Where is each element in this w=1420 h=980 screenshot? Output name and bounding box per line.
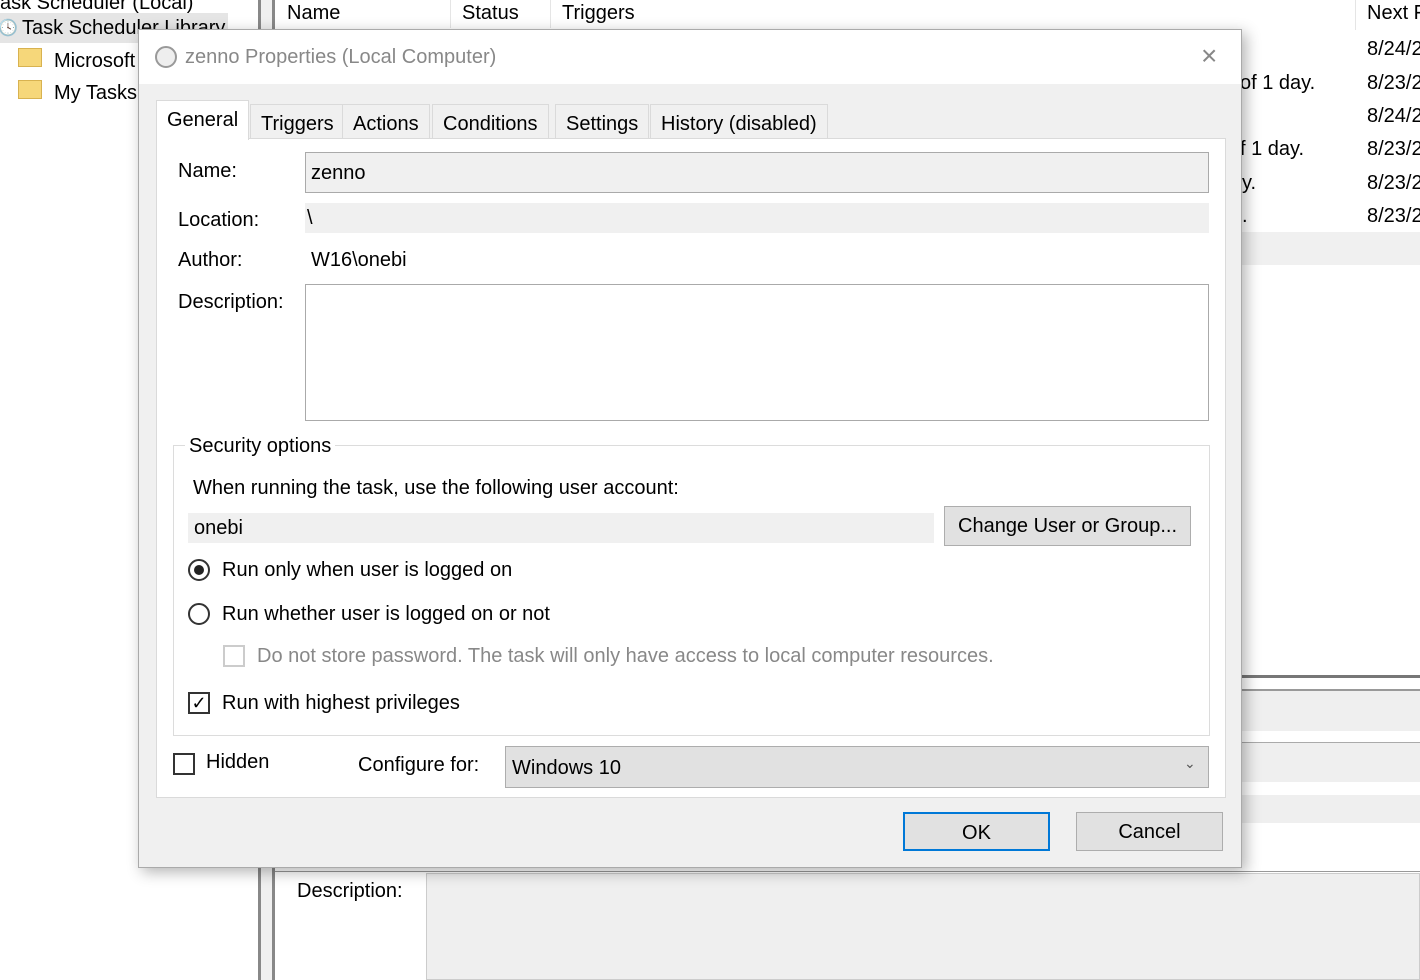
column-divider — [450, 0, 451, 28]
check-icon[interactable]: ✓ — [188, 692, 210, 714]
author-label: Author: — [178, 249, 243, 271]
checkbox-label: Hidden — [206, 751, 270, 773]
description-label: Description: — [297, 880, 403, 902]
column-divider — [550, 0, 551, 28]
configure-for-label: Configure for: — [358, 754, 480, 776]
tree-item-my-tasks[interactable]: My Tasks — [18, 80, 137, 105]
checkbox-label: Do not store password. The task will onl… — [257, 645, 994, 667]
general-panel: Name: zenno Location: \ Author: W16\oneb… — [156, 138, 1226, 798]
title-bar[interactable]: zenno Properties (Local Computer) × — [139, 30, 1241, 84]
author-value: W16\onebi — [311, 249, 407, 271]
cancel-button[interactable]: Cancel — [1076, 812, 1223, 851]
radio-label: Run whether user is logged on or not — [222, 603, 550, 625]
tab-actions[interactable]: Actions — [342, 104, 430, 139]
trigger-cell: y. — [1242, 172, 1257, 194]
dialog-title: zenno Properties (Local Computer) — [185, 46, 497, 68]
clock-icon — [155, 46, 177, 68]
radio-button-selected[interactable] — [188, 559, 210, 581]
tab-triggers[interactable]: Triggers — [250, 104, 345, 139]
next-run-cell[interactable]: 8/24/2 — [1367, 38, 1420, 61]
user-account-value: onebi — [188, 513, 934, 543]
ok-button[interactable]: OK — [903, 812, 1050, 851]
select-value: Windows 10 — [512, 757, 621, 779]
name-label: Name: — [178, 160, 237, 182]
tree-item-microsoft[interactable]: Microsoft — [18, 48, 135, 73]
trigger-cell: f 1 day. — [1240, 138, 1305, 160]
location-value: \ — [305, 203, 1209, 233]
tab-conditions[interactable]: Conditions — [432, 104, 549, 139]
location-label: Location: — [178, 209, 260, 231]
next-run-cell[interactable]: 8/23/2 — [1367, 138, 1420, 161]
trigger-cell: of 1 day. — [1240, 72, 1316, 94]
description-textarea[interactable] — [305, 284, 1209, 421]
radio-button[interactable] — [188, 603, 210, 625]
description-box[interactable] — [426, 873, 1420, 980]
folder-icon — [18, 48, 42, 67]
trigger-cell: . — [1242, 205, 1248, 227]
column-header-name[interactable]: Name — [287, 2, 340, 25]
checkbox[interactable] — [173, 753, 195, 775]
checkbox-disabled — [223, 645, 245, 667]
security-legend: Security options — [185, 435, 336, 458]
radio-label: Run only when user is logged on — [222, 559, 513, 581]
close-icon[interactable]: × — [1201, 40, 1217, 72]
tree-item-label: Microsoft — [54, 50, 136, 72]
task-scheduler-icon: 🕓 — [0, 20, 18, 37]
column-divider — [1355, 0, 1356, 30]
tab-history[interactable]: History (disabled) — [650, 104, 828, 139]
folder-icon — [18, 80, 42, 99]
column-header-next-run[interactable]: Next F — [1367, 2, 1420, 25]
name-input[interactable]: zenno — [305, 152, 1209, 193]
description-label: Description: — [178, 291, 284, 313]
next-run-cell[interactable]: 8/24/2 — [1367, 105, 1420, 128]
checkbox-label: Run with highest privileges — [222, 692, 460, 714]
column-header-status[interactable]: Status — [462, 2, 519, 25]
tree-item-label: My Tasks — [54, 82, 137, 104]
next-run-cell[interactable]: 8/23/2 — [1367, 205, 1420, 228]
divider — [275, 871, 1420, 872]
configure-for-select[interactable]: Windows 10 ⌄ — [505, 746, 1209, 788]
security-prompt: When running the task, use the following… — [193, 477, 679, 499]
chevron-down-icon: ⌄ — [1184, 755, 1196, 771]
tab-settings[interactable]: Settings — [555, 104, 650, 139]
properties-dialog: zenno Properties (Local Computer) × Gene… — [138, 29, 1242, 868]
change-user-button[interactable]: Change User or Group... — [944, 506, 1191, 546]
next-run-cell[interactable]: 8/23/2 — [1367, 72, 1420, 95]
column-header-triggers[interactable]: Triggers — [562, 2, 635, 25]
tab-general[interactable]: General — [156, 100, 250, 140]
next-run-cell[interactable]: 8/23/2 — [1367, 172, 1420, 195]
